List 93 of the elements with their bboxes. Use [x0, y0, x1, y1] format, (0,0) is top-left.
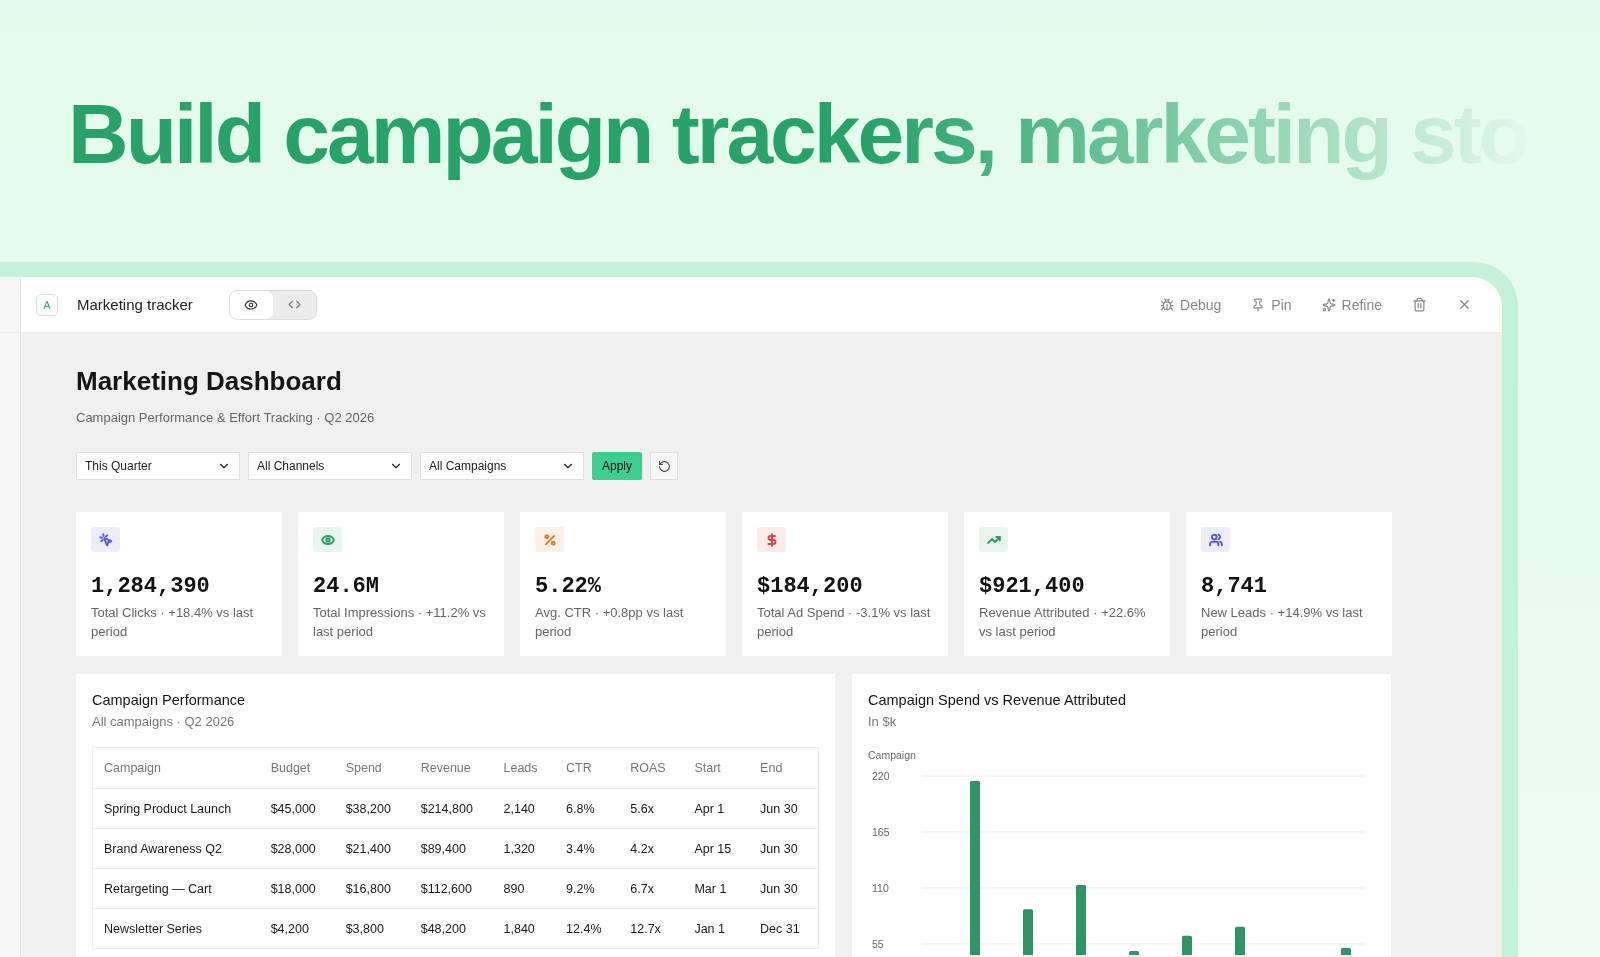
filter-dropdown[interactable]: All Channels: [248, 452, 412, 480]
table-cell: 1,320: [492, 828, 556, 869]
bug-icon: [1160, 297, 1175, 312]
apply-button[interactable]: Apply: [592, 452, 643, 480]
panel-subtitle: All campaigns · Q2 2026: [92, 714, 236, 729]
table-cell: $4,200: [259, 908, 335, 949]
table-cell: $18,000: [259, 868, 335, 909]
table-cell: $38,200: [334, 788, 410, 829]
table-cell: Spring Product Launch: [92, 788, 260, 829]
sparkles-icon: [1321, 297, 1336, 312]
filter-dropdown[interactable]: This Quarter: [76, 452, 240, 480]
table-cell: Apr 1: [683, 788, 750, 829]
page-subtitle: Campaign Performance & Effort Tracking · Q2 2026: [76, 410, 376, 425]
kpi-caption: Avg. CTR · +0.8pp vs last period: [535, 604, 685, 641]
kpi-value: $184,200: [757, 574, 864, 599]
axis-tick-label: 110: [872, 882, 889, 894]
column-header: Start: [683, 747, 750, 789]
kpi-caption: Total Impressions · +11.2% vs last period: [313, 604, 487, 641]
table-cell: 3.4%: [555, 828, 620, 869]
axis-tick-label: 165: [872, 826, 890, 838]
kpi-caption: Revenue Attributed · +22.6% vs last period: [979, 604, 1147, 641]
table-cell: Jun 30: [749, 788, 819, 829]
bar: [1182, 935, 1192, 955]
table-cell: 4.2x: [619, 828, 684, 869]
reset-icon: [657, 459, 671, 473]
table-cell: $214,800: [409, 788, 493, 829]
delete-button[interactable]: [1412, 297, 1427, 312]
table-cell: $112,600: [409, 868, 493, 909]
panel-title: Campaign Performance: [92, 692, 247, 708]
table-cell: $45,000: [259, 788, 335, 829]
column-header: Campaign: [92, 747, 260, 789]
table-cell: $89,400: [409, 828, 493, 869]
filter-dropdown[interactable]: All Campaigns: [420, 452, 584, 480]
pin-button[interactable]: Pin: [1251, 296, 1292, 313]
table-cell: Retargeting — Cart: [92, 868, 260, 909]
kpi-value: $921,400: [979, 574, 1086, 599]
table-cell: $16,800: [334, 868, 410, 909]
kpi-value: 24.6M: [313, 574, 380, 599]
kpi-value: 5.22%: [535, 574, 602, 599]
table-cell: 1,840: [492, 908, 556, 949]
eye-icon: [244, 297, 259, 312]
table-cell: Jan 1: [683, 908, 750, 949]
preview-button[interactable]: [229, 290, 273, 319]
bar: [1341, 948, 1351, 955]
kpi-caption: New Leads · +14.9% vs last period: [1201, 604, 1364, 641]
column-header: Budget: [259, 747, 335, 789]
reset-button[interactable]: [650, 452, 679, 480]
kpi-caption: Total Ad Spend · -3.1% vs last period: [757, 604, 932, 641]
table-cell: $48,200: [409, 908, 493, 949]
table-cell: Jun 30: [749, 828, 819, 869]
refine-button[interactable]: Refine: [1321, 296, 1382, 313]
table-cell: Jun 30: [749, 868, 819, 909]
column-header: Spend: [334, 747, 410, 789]
column-header: ROAS: [619, 747, 684, 789]
column-header: Leads: [492, 747, 556, 789]
kpi-value: 8,741: [1201, 574, 1268, 599]
bar: [1129, 951, 1139, 955]
panel-title: Campaign Spend vs Revenue Attributed: [868, 692, 1127, 708]
pin-icon: [1251, 297, 1266, 312]
axis-title: Campaign: [868, 749, 917, 761]
table-cell: 12.7x: [619, 908, 684, 949]
panel-subtitle: In $k: [868, 714, 898, 729]
bar: [1076, 884, 1086, 955]
table-cell: 890: [492, 868, 556, 909]
column-header: CTR: [555, 747, 620, 789]
debug-button[interactable]: Debug: [1160, 296, 1222, 313]
close-button[interactable]: [1457, 297, 1472, 312]
table-cell: Dec 31: [749, 908, 819, 949]
table-cell: Mar 1: [683, 868, 750, 909]
column-header: Revenue: [409, 747, 493, 789]
table-cell: 2,140: [492, 788, 556, 829]
kpi-caption: Total Clicks · +18.4% vs last period: [91, 604, 255, 641]
table-cell: Newsletter Series: [92, 908, 260, 949]
table-cell: 9.2%: [555, 868, 620, 909]
bar: [1235, 926, 1245, 955]
table-cell: 6.8%: [555, 788, 620, 829]
table-cell: Brand Awareness Q2: [92, 828, 260, 869]
table-cell: 12.4%: [555, 908, 620, 949]
app-badge: A: [36, 293, 58, 316]
bar: [1023, 909, 1033, 955]
table-cell: $3,800: [334, 908, 410, 949]
table-cell: $21,400: [334, 828, 410, 869]
table-cell: 5.6x: [619, 788, 684, 829]
code-icon: [287, 298, 301, 311]
axis-tick-label: 220: [872, 770, 890, 782]
table-cell: 6.7x: [619, 868, 684, 909]
table-cell: $28,000: [259, 828, 335, 869]
window-title: Marketing tracker: [77, 296, 193, 313]
page-title: Marketing Dashboard: [76, 366, 343, 397]
kpi-value: 1,284,390: [91, 574, 211, 599]
column-header: End: [749, 747, 819, 789]
axis-tick-label: 55: [872, 937, 884, 950]
table-cell: Apr 15: [683, 828, 750, 869]
